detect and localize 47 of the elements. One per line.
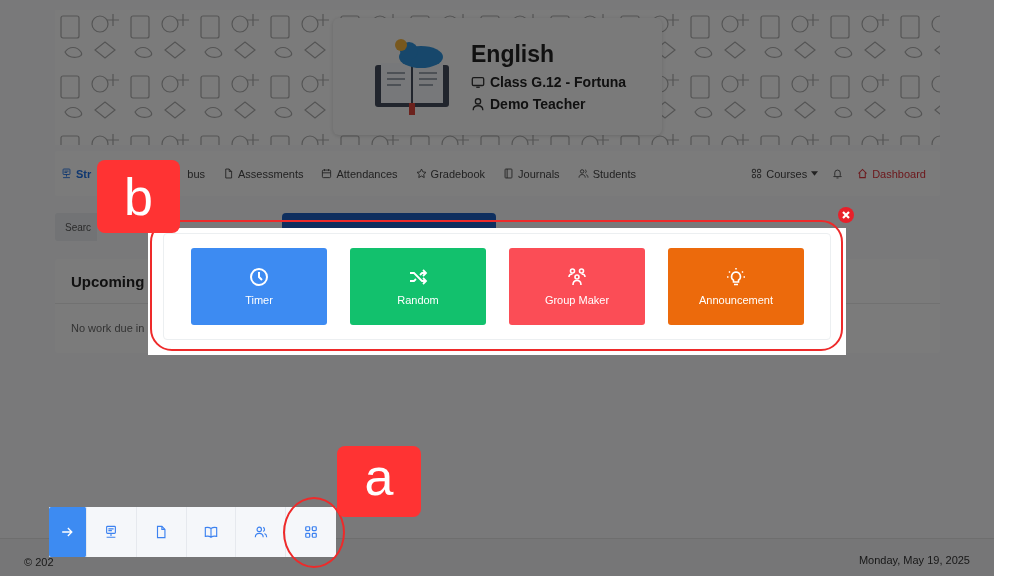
grid-icon: [751, 168, 763, 179]
copyright-text: © 202: [24, 555, 54, 568]
presentation-icon: [104, 525, 119, 539]
empty-message: No work due in: [70, 321, 146, 334]
tool-button[interactable]: Group Maker: [509, 248, 645, 325]
nav-tab[interactable]: bus: [187, 167, 206, 180]
book-cloud-icon: [373, 36, 451, 117]
presentation-icon: [61, 168, 72, 179]
nav-tab[interactable]: Assessments: [223, 167, 304, 180]
book-icon: [203, 525, 218, 539]
tool-button[interactable]: Random: [350, 248, 486, 325]
dashboard-link[interactable]: Dashboard: [857, 167, 926, 180]
file-icon: [154, 525, 169, 539]
callout-label: b: [97, 160, 180, 233]
nav-tab[interactable]: Students: [577, 167, 637, 180]
courses-dropdown[interactable]: Courses: [751, 167, 819, 180]
footer-date: Monday, May 19, 2025: [858, 553, 970, 566]
search-field[interactable]: Searc: [55, 213, 97, 241]
home-icon: [857, 168, 869, 179]
lightbulb-icon: [726, 267, 746, 287]
callout-label: a: [337, 446, 421, 517]
monitor-icon: [471, 75, 485, 89]
tool-button[interactable]: Timer: [191, 248, 327, 325]
toolbar-button[interactable]: [49, 507, 87, 557]
course-title: English: [471, 41, 556, 68]
grid-icon: [304, 525, 319, 539]
users-icon: [577, 168, 589, 179]
shuffle-icon: [408, 267, 428, 287]
nav-tab[interactable]: Gradebook: [415, 167, 486, 180]
tool-button[interactable]: Announcement: [668, 248, 804, 325]
nav-tab[interactable]: Str: [61, 167, 92, 180]
users-icon: [253, 525, 268, 539]
bell-icon[interactable]: [832, 168, 844, 179]
file-icon: [223, 168, 235, 179]
arrow-right-icon: [60, 525, 75, 539]
clock-icon: [249, 267, 269, 287]
group-icon: [567, 267, 587, 287]
person-icon: [471, 97, 485, 111]
nav-tab[interactable]: Journals: [503, 167, 560, 180]
star-icon: [415, 168, 427, 179]
class-name: Class G.12 - Fortuna: [490, 74, 627, 90]
caret-icon: [811, 171, 819, 176]
teacher-name: Demo Teacher: [490, 96, 586, 112]
journal-icon: [503, 168, 515, 179]
close-icon[interactable]: [838, 207, 854, 223]
nav-tab[interactable]: Attendances: [321, 167, 398, 180]
calendar-icon: [321, 168, 333, 179]
